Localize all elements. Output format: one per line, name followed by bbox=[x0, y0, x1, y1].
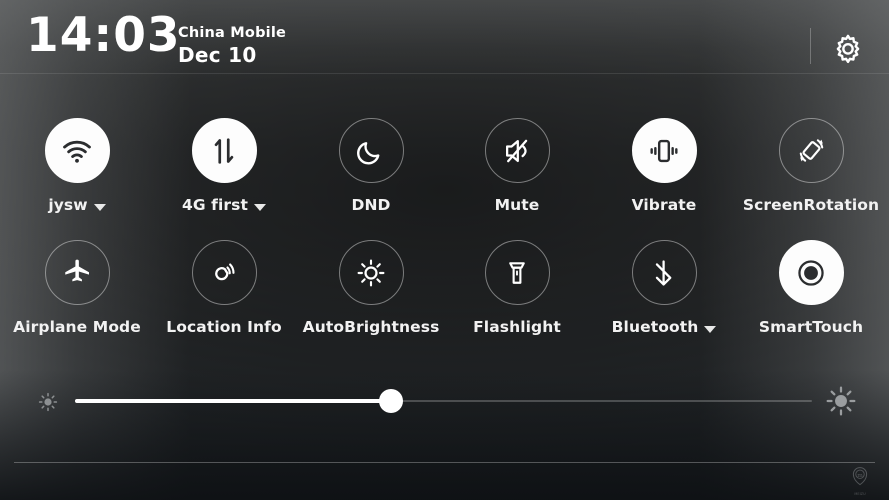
brand-logo-icon: m bbox=[852, 466, 868, 485]
moon-icon bbox=[357, 141, 380, 164]
tile-dnd-label-row: DND bbox=[298, 196, 444, 214]
tile-auto-brightness-circle bbox=[338, 240, 404, 305]
tile-flashlight-label-row: Flashlight bbox=[444, 318, 590, 336]
slider-thumb[interactable] bbox=[379, 389, 403, 413]
tile-mobile-data-circle bbox=[191, 118, 257, 183]
tile-flashlight-circle bbox=[484, 240, 550, 305]
tile-screen-rotation-label-row: ScreenRotation bbox=[738, 196, 884, 214]
tile-location-info-label-row: Location Info bbox=[151, 318, 297, 336]
carrier-date-block: China Mobile Dec 10 bbox=[178, 24, 286, 68]
chevron-down-icon[interactable] bbox=[254, 203, 267, 211]
brand-logo-glyph: m bbox=[857, 472, 863, 478]
tile-mobile-data-label-row: 4G first bbox=[151, 196, 297, 214]
tile-smart-touch-label: SmartTouch bbox=[758, 318, 864, 336]
tile-dnd-circle bbox=[338, 118, 404, 183]
tile-flashlight[interactable]: Flashlight bbox=[444, 240, 590, 336]
tile-airplane-mode-label-row: Airplane Mode bbox=[4, 318, 150, 336]
brightness-high-icon-wrap bbox=[824, 384, 858, 418]
tile-location-info[interactable]: Location Info bbox=[151, 240, 297, 336]
quick-toggle-grid: jysw 4G first DND Mute Vibrate ScreenRot… bbox=[0, 118, 889, 362]
tile-mute-label-row: Mute bbox=[444, 196, 590, 214]
tile-mobile-data-label: 4G first bbox=[181, 196, 249, 214]
chevron-down-icon[interactable] bbox=[93, 203, 106, 211]
tile-airplane-mode-label: Airplane Mode bbox=[13, 318, 141, 336]
tile-wifi[interactable]: jysw bbox=[4, 118, 150, 214]
brightness-slider[interactable] bbox=[0, 380, 889, 422]
tile-auto-brightness-label-row: AutoBrightness bbox=[298, 318, 444, 336]
screen-rotation-icon bbox=[799, 139, 823, 162]
vibrate-icon bbox=[650, 139, 678, 162]
header-bottom-divider bbox=[0, 73, 889, 74]
header-divider bbox=[810, 28, 811, 64]
tile-mute[interactable]: Mute bbox=[444, 118, 590, 214]
tile-smart-touch-circle bbox=[778, 240, 844, 305]
tile-mute-circle bbox=[484, 118, 550, 183]
wifi-icon bbox=[63, 140, 91, 163]
carrier-name: China Mobile bbox=[178, 25, 287, 41]
tile-vibrate-circle bbox=[631, 118, 697, 183]
tile-screen-rotation[interactable]: ScreenRotation bbox=[738, 118, 884, 214]
tile-wifi-label-row: jysw bbox=[4, 196, 150, 214]
tile-screen-rotation-label: ScreenRotation bbox=[742, 196, 880, 214]
tile-bluetooth-label: Bluetooth bbox=[611, 318, 699, 336]
tile-dnd[interactable]: DND bbox=[298, 118, 444, 214]
slider-track-filled bbox=[75, 399, 391, 403]
status-bar: 14:03 China Mobile Dec 10 bbox=[0, 0, 889, 74]
sun-large-icon bbox=[826, 386, 856, 416]
tile-wifi-label: jysw bbox=[48, 196, 88, 214]
tile-row-2: Airplane Mode Location Info AutoBrightne… bbox=[0, 240, 889, 362]
bottom-divider bbox=[14, 462, 875, 463]
tile-mobile-data[interactable]: 4G first bbox=[151, 118, 297, 214]
tile-location-info-label: Location Info bbox=[166, 318, 282, 336]
sun-icon bbox=[357, 259, 385, 286]
tile-bluetooth-circle bbox=[631, 240, 697, 305]
speaker-mute-icon bbox=[506, 139, 528, 162]
tile-row-1: jysw 4G first DND Mute Vibrate ScreenRot… bbox=[0, 118, 889, 240]
tile-bluetooth[interactable]: Bluetooth bbox=[591, 240, 737, 336]
airplane-icon bbox=[65, 259, 89, 281]
tile-vibrate-label: Vibrate bbox=[631, 196, 697, 214]
tile-screen-rotation-circle bbox=[778, 118, 844, 183]
tile-mute-label: Mute bbox=[494, 196, 540, 214]
clock-time: 14:03 bbox=[26, 8, 181, 63]
tile-bluetooth-label-row: Bluetooth bbox=[591, 318, 737, 336]
brightness-low-icon-wrap bbox=[36, 390, 60, 414]
gear-icon bbox=[836, 34, 860, 64]
tile-smart-touch[interactable]: SmartTouch bbox=[738, 240, 884, 336]
tile-flashlight-label: Flashlight bbox=[473, 318, 561, 336]
mobile-data-icon bbox=[214, 137, 234, 164]
chevron-down-icon[interactable] bbox=[704, 325, 717, 333]
location-icon bbox=[215, 262, 235, 280]
tile-location-info-circle bbox=[191, 240, 257, 305]
smart-touch-icon bbox=[798, 259, 824, 286]
current-date: Dec 10 bbox=[178, 43, 257, 68]
watermark-logo: m MEIZU bbox=[845, 466, 875, 496]
tile-vibrate[interactable]: Vibrate bbox=[591, 118, 737, 214]
flashlight-icon bbox=[509, 261, 525, 284]
tile-auto-brightness-label: AutoBrightness bbox=[302, 318, 440, 336]
tile-airplane-mode[interactable]: Airplane Mode bbox=[4, 240, 150, 336]
settings-button[interactable] bbox=[830, 32, 866, 68]
tile-wifi-circle bbox=[44, 118, 110, 183]
tile-airplane-mode-circle bbox=[44, 240, 110, 305]
tile-smart-touch-label-row: SmartTouch bbox=[738, 318, 884, 336]
sun-small-icon bbox=[38, 392, 58, 412]
tile-dnd-label: DND bbox=[351, 196, 391, 214]
tile-auto-brightness[interactable]: AutoBrightness bbox=[298, 240, 444, 336]
bluetooth-icon bbox=[655, 259, 672, 286]
quick-settings-screen: 14:03 China Mobile Dec 10 jysw 4G first … bbox=[0, 0, 889, 500]
watermark-text: MEIZU bbox=[854, 491, 866, 496]
tile-vibrate-label-row: Vibrate bbox=[591, 196, 737, 214]
